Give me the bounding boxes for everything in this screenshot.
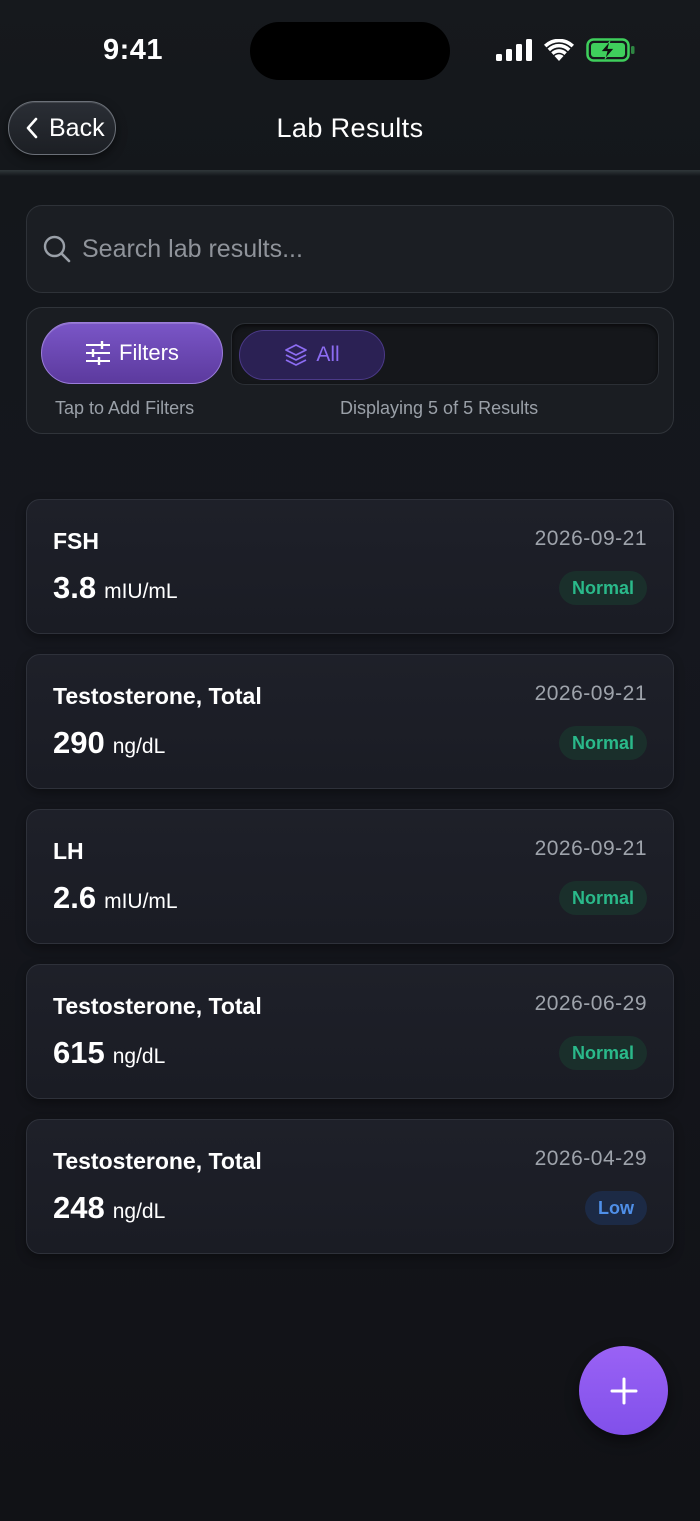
test-name: LH: [53, 838, 84, 864]
result-card[interactable]: LH 2.6 mIU/mL 2026-09-21 Normal: [26, 809, 674, 944]
test-value-number: 615: [53, 1035, 105, 1070]
filter-hint: Tap to Add Filters: [55, 398, 195, 418]
result-card[interactable]: Testosterone, Total 290 ng/dL 2026-09-21…: [26, 654, 674, 789]
test-value: 615 ng/dL: [53, 1035, 165, 1071]
test-value-number: 2.6: [53, 880, 97, 915]
status-badge: Low: [585, 1191, 647, 1225]
result-card[interactable]: Testosterone, Total 248 ng/dL 2026-04-29…: [26, 1119, 674, 1254]
search-box[interactable]: [26, 205, 674, 293]
status-icons: [496, 38, 636, 62]
test-value-unit: mIU/mL: [104, 890, 178, 913]
test-value: 248 ng/dL: [53, 1190, 165, 1226]
sliders-icon: [86, 341, 111, 365]
filter-panel: Filters All Tap to Add Filters Displayin…: [26, 307, 674, 434]
result-card[interactable]: Testosterone, Total 615 ng/dL 2026-06-29…: [26, 964, 674, 1099]
filters-label: Filters: [119, 340, 179, 365]
dynamic-island: [250, 22, 450, 80]
test-date: 2026-09-21: [534, 837, 647, 860]
nav-divider: [0, 170, 700, 176]
test-value-unit: ng/dL: [112, 1045, 166, 1068]
test-value: 2.6 mIU/mL: [53, 880, 178, 916]
add-result-button[interactable]: [579, 1346, 668, 1435]
test-value-number: 3.8: [53, 570, 97, 605]
test-date: 2026-06-29: [534, 992, 647, 1015]
results-list: FSH 3.8 mIU/mL 2026-09-21 Normal Testost…: [26, 499, 674, 1274]
test-name: Testosterone, Total: [53, 993, 262, 1019]
test-date: 2026-09-21: [534, 682, 647, 705]
test-name: FSH: [53, 528, 99, 554]
test-value-unit: mIU/mL: [104, 580, 178, 603]
cellular-signal-icon: [496, 39, 532, 61]
test-date: 2026-09-21: [534, 527, 647, 550]
page-title: Lab Results: [276, 113, 424, 143]
result-card[interactable]: FSH 3.8 mIU/mL 2026-09-21 Normal: [26, 499, 674, 634]
test-value: 3.8 mIU/mL: [53, 570, 178, 606]
test-name: Testosterone, Total: [53, 683, 262, 709]
filter-chip-track: All: [231, 323, 659, 385]
test-name: Testosterone, Total: [53, 1148, 262, 1174]
test-value: 290 ng/dL: [53, 725, 165, 761]
status-badge: Normal: [558, 726, 647, 760]
status-bar: 9:41: [0, 0, 700, 100]
plus-icon: [610, 1377, 637, 1404]
status-badge: Normal: [558, 571, 647, 605]
filter-chip-all[interactable]: All: [239, 330, 385, 380]
battery-charging-icon: [586, 38, 635, 62]
test-value-unit: ng/dL: [112, 1200, 166, 1223]
nav-bar: Back Lab Results: [0, 96, 700, 176]
wifi-icon: [544, 39, 574, 61]
test-value-unit: ng/dL: [112, 735, 166, 758]
status-badge: Normal: [558, 1036, 647, 1070]
search-input[interactable]: [80, 233, 644, 265]
filter-chip-all-label: All: [316, 343, 340, 366]
search-icon: [43, 235, 71, 263]
filters-button[interactable]: Filters: [41, 322, 223, 384]
test-value-number: 290: [53, 725, 105, 760]
result-count: Displaying 5 of 5 Results: [340, 398, 539, 418]
status-time: 9:41: [103, 34, 164, 66]
test-value-number: 248: [53, 1190, 105, 1225]
layers-icon: [285, 344, 308, 366]
test-date: 2026-04-29: [534, 1147, 647, 1170]
status-badge: Normal: [558, 881, 647, 915]
